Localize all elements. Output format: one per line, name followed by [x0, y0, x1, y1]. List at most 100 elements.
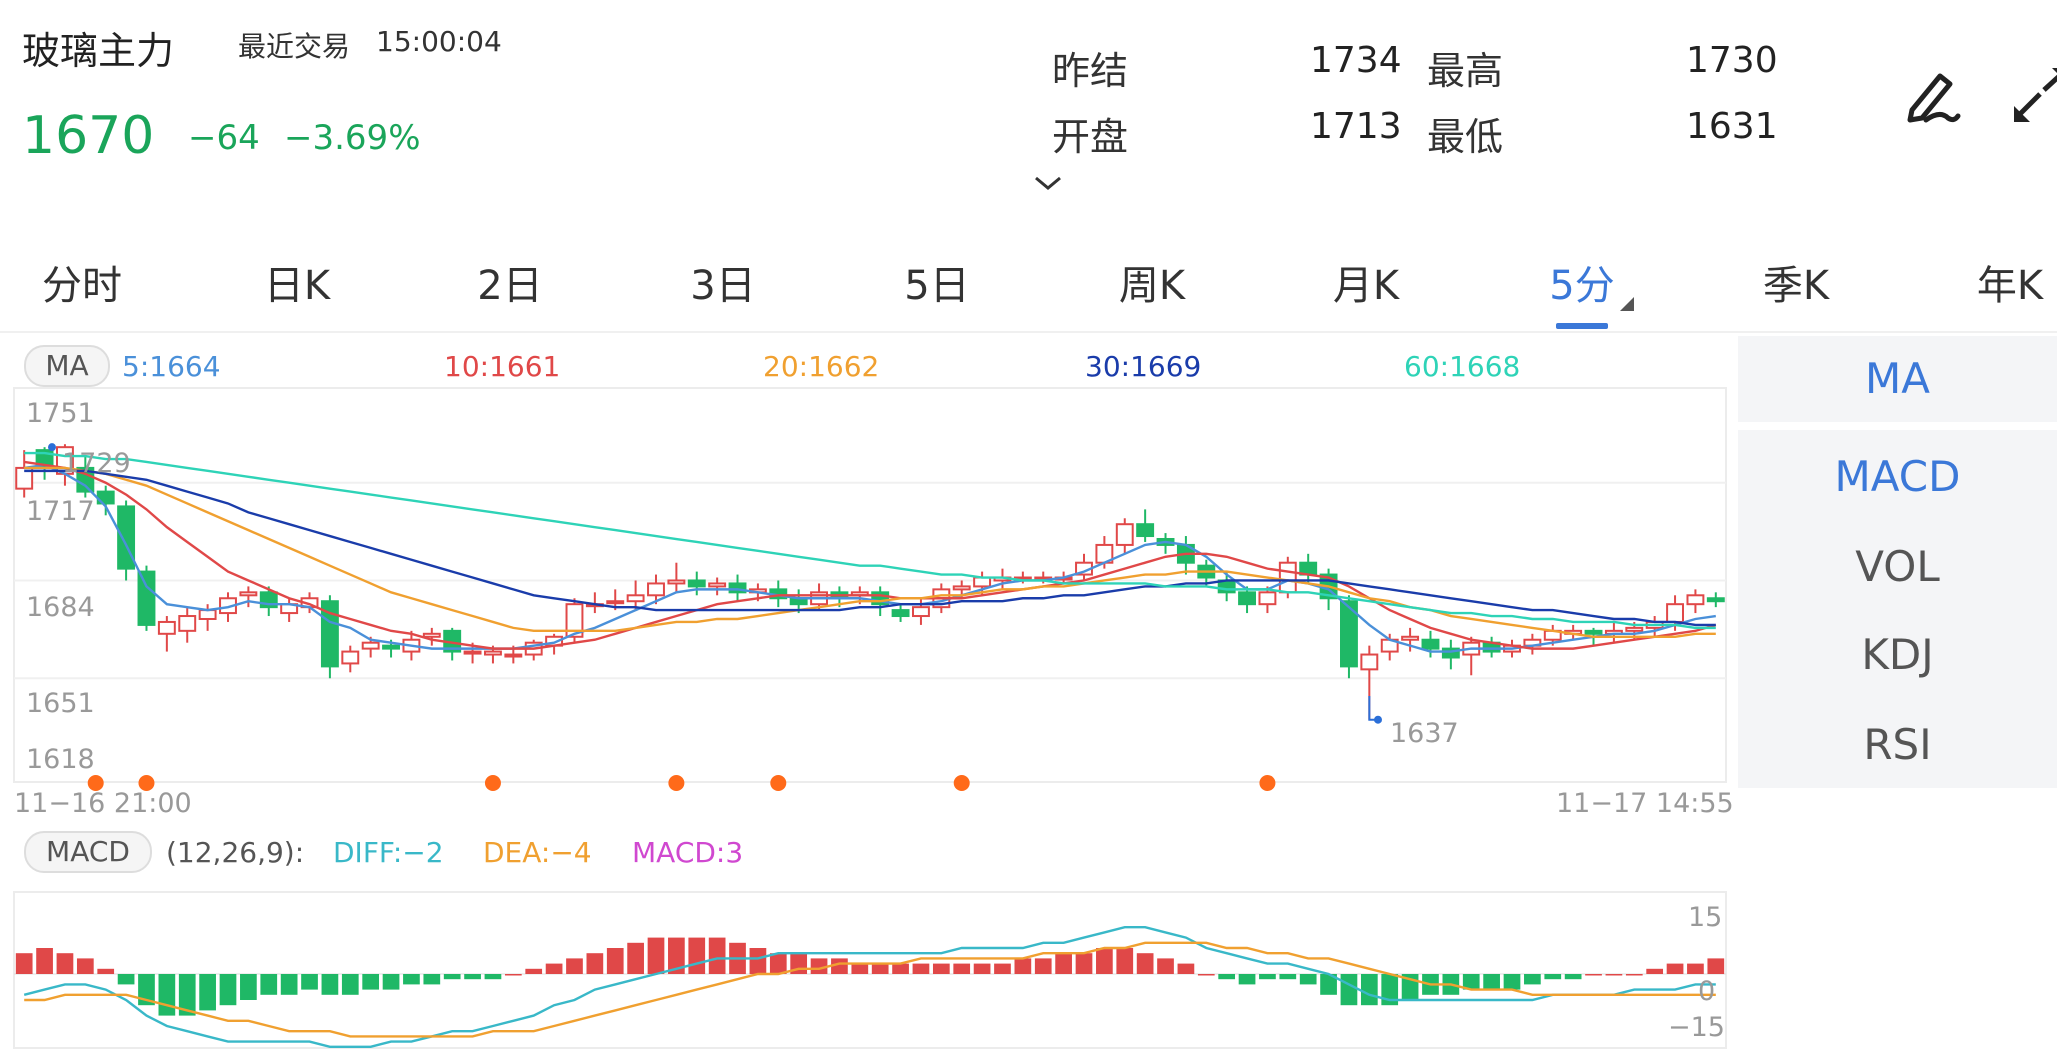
candle-down [687, 579, 706, 588]
min-price-marker: 1637 [1390, 718, 1459, 749]
macd-bar [1687, 963, 1704, 974]
candle-up [198, 609, 217, 620]
y-tick-label: 1651 [26, 688, 95, 719]
macd-bar [912, 963, 930, 974]
candle-up [952, 585, 971, 591]
candle-down [1136, 523, 1155, 538]
candle-up [463, 650, 482, 655]
macd-bar [301, 974, 318, 990]
macd-bar [504, 974, 522, 976]
macd-bar [1340, 974, 1358, 1006]
macd-bar [1136, 953, 1154, 974]
candle-down [891, 609, 910, 618]
macd-bar [953, 963, 971, 974]
candle-up [1115, 523, 1134, 546]
macd-bar [1299, 974, 1317, 985]
macd-bar [1646, 968, 1664, 974]
macd-bar [1605, 974, 1623, 976]
macd-bar [1483, 974, 1500, 990]
macd-bar [260, 974, 278, 995]
event-marker [484, 775, 501, 791]
candle-down [137, 570, 156, 626]
event-marker [668, 775, 685, 791]
event-marker [1259, 775, 1276, 791]
macd-bar [688, 937, 706, 974]
macd-y-tick: −15 [1668, 1012, 1725, 1043]
macd-bar [1014, 958, 1032, 974]
macd-bar [1116, 948, 1134, 974]
macd-bar [1360, 974, 1378, 1006]
macd-bar [1259, 974, 1276, 980]
macd-bar [97, 968, 115, 974]
macd-bar [851, 963, 869, 974]
candle-up [973, 576, 992, 588]
candle-down [117, 505, 136, 570]
candle-down [382, 644, 400, 650]
macd-bar [362, 974, 380, 990]
macd-diff-value: DIFF:−2 [333, 836, 444, 869]
x-start-label: 11−16 21:00 [14, 788, 192, 819]
macd-bar [403, 974, 420, 985]
macd-bar [994, 963, 1011, 974]
candle-up [912, 606, 930, 618]
macd-bar [1666, 963, 1684, 974]
macd-bar [769, 953, 787, 974]
macd-bar [56, 953, 74, 974]
macd-bar [1034, 958, 1052, 974]
candle-up [1625, 626, 1644, 632]
macd-bar [76, 958, 94, 974]
y-tick-label: 1717 [26, 496, 95, 527]
min-marker-dot [1374, 715, 1382, 724]
macd-bar [484, 974, 502, 980]
candle-up [1686, 594, 1705, 606]
candlestick-chart[interactable] [0, 0, 2057, 1063]
macd-y-tick: 0 [1698, 976, 1716, 1007]
macd-bar [321, 974, 339, 995]
max-marker-dot [48, 443, 56, 452]
macd-y-tick: 15 [1688, 902, 1723, 933]
macd-bar [280, 974, 298, 995]
macd-bar [1524, 974, 1541, 985]
candle-down [1421, 638, 1440, 650]
y-tick-label: 1684 [26, 592, 95, 623]
macd-bar [1564, 974, 1582, 980]
macd-bar [219, 974, 237, 1006]
candle-down [1706, 597, 1725, 603]
macd-params: (12,26,9): [166, 836, 305, 869]
candle-down [1584, 629, 1603, 635]
y-tick-label: 1751 [26, 398, 95, 429]
macd-bar [566, 958, 583, 974]
candle-up [1258, 591, 1277, 606]
candle-up [626, 594, 645, 603]
macd-bar [1055, 953, 1072, 974]
macd-bar [1503, 974, 1521, 990]
macd-indicator-pill[interactable]: MACD [24, 831, 152, 873]
macd-bar [423, 974, 441, 985]
candle-up [157, 620, 176, 635]
event-marker [953, 775, 970, 791]
macd-bar [1625, 974, 1643, 976]
ma5-line [24, 463, 1716, 653]
macd-bar [708, 937, 726, 974]
macd-bar [443, 974, 461, 980]
ma10-line [24, 460, 1717, 650]
macd-bar [464, 974, 481, 980]
macd-macd-value: MACD:3 [632, 836, 744, 869]
chart-frame [13, 387, 1727, 783]
macd-bar [871, 963, 889, 974]
macd-bar [1096, 948, 1113, 974]
macd-frame [13, 891, 1727, 1049]
macd-bar [1197, 974, 1215, 976]
macd-bar [1585, 974, 1602, 976]
macd-bar [627, 942, 644, 974]
macd-bar [606, 948, 624, 974]
candle-up [484, 650, 502, 656]
macd-bar [341, 974, 359, 995]
macd-bar [158, 974, 176, 1016]
event-marker [770, 775, 787, 791]
macd-bar [199, 974, 216, 1011]
macd-bar [1279, 974, 1297, 980]
macd-bar [1177, 963, 1195, 974]
macd-bar [545, 963, 563, 974]
candle-up [504, 653, 523, 658]
